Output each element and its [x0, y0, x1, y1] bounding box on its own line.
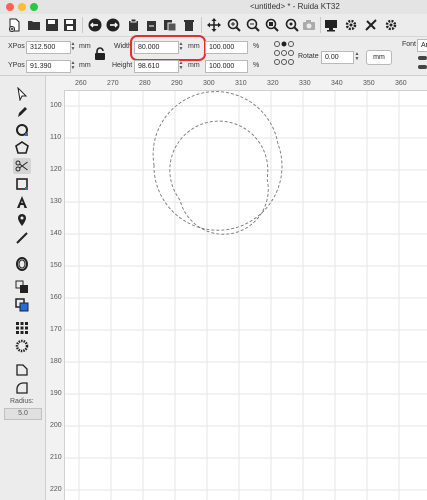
height-stepper[interactable]: ▲ ▼	[178, 61, 184, 72]
pen-icon[interactable]	[13, 104, 31, 120]
circle-tool-icon[interactable]	[13, 122, 31, 138]
width-percent-input[interactable]: 100.000	[205, 41, 248, 54]
laser-settings-icon[interactable]	[383, 17, 399, 33]
grid-array-icon[interactable]	[13, 320, 31, 336]
scissors-icon[interactable]	[13, 158, 31, 174]
redo-icon[interactable]	[105, 17, 121, 33]
left-toolbar: Radius: 5.0	[0, 76, 46, 500]
ypos-stepper[interactable]: ▲ ▼	[70, 61, 76, 72]
font-label: Font	[402, 41, 417, 48]
height-label: Height	[112, 62, 133, 69]
location-pin-icon[interactable]	[13, 212, 31, 228]
rotate-stepper[interactable]: ▲ ▼	[354, 52, 360, 63]
lock-icon[interactable]	[94, 47, 106, 63]
height-input[interactable]: 98.610	[134, 60, 179, 73]
monitor-icon[interactable]	[323, 17, 339, 33]
paste-icon[interactable]	[162, 17, 178, 33]
rectangle-tool-icon[interactable]	[13, 176, 31, 192]
measure-line-icon[interactable]	[13, 230, 31, 246]
polygon-tool-icon[interactable]	[13, 140, 31, 156]
height-unit: mm	[188, 62, 200, 69]
width-highlight	[130, 35, 206, 61]
xpos-label: XPos	[8, 43, 25, 50]
ypos-input[interactable]: 91.390	[26, 60, 71, 73]
copy-icon[interactable]	[126, 17, 142, 33]
offset-tool-icon[interactable]	[13, 256, 31, 272]
keyhole-inner-path	[169, 120, 269, 235]
circular-array-icon[interactable]	[13, 338, 31, 354]
main-toolbar	[0, 14, 427, 37]
delete-icon[interactable]	[181, 17, 197, 33]
close-window-button[interactable]	[6, 3, 14, 11]
zoom-in-icon[interactable]	[226, 17, 242, 33]
move-icon[interactable]	[206, 17, 222, 33]
radius-label: Radius:	[10, 398, 34, 405]
save-icon[interactable]	[44, 17, 60, 33]
text-tool-icon[interactable]	[13, 194, 31, 210]
window-title: <untitled> * - Ruida KT32	[250, 2, 340, 11]
cut-icon[interactable]	[144, 17, 160, 33]
font-select[interactable]: Ar	[417, 39, 427, 52]
rotate-input[interactable]: 0.00	[321, 51, 354, 64]
property-bar: XPos 312.500 ▲ ▼ mm YPos 91.390 ▲ ▼ mm Wid…	[0, 35, 427, 76]
open-folder-icon[interactable]	[26, 17, 42, 33]
xpos-stepper[interactable]: ▲ ▼	[70, 42, 76, 53]
camera-icon[interactable]	[301, 17, 317, 33]
save-as-icon[interactable]	[62, 17, 78, 33]
anchor-point-selector[interactable]	[273, 40, 295, 72]
design-canvas[interactable]: 260 270 280 290 300 310 320 330 340 350 …	[46, 76, 427, 500]
zoom-fit-icon[interactable]	[264, 17, 280, 33]
height-percent-input[interactable]: 100.000	[205, 60, 248, 73]
xpos-input[interactable]: 312.500	[26, 41, 71, 54]
select-arrow-icon[interactable]	[13, 86, 31, 102]
zoom-page-icon[interactable]	[284, 17, 300, 33]
tools-icon[interactable]	[363, 17, 379, 33]
ypos-unit: mm	[79, 62, 91, 69]
zoom-window-button[interactable]	[30, 3, 38, 11]
toggle-switch[interactable]	[418, 56, 427, 60]
radius-input[interactable]: 5.0	[4, 408, 42, 420]
ypos-label: YPos	[8, 62, 25, 69]
rotate-unit-button[interactable]: mm	[366, 50, 392, 65]
round-corner-icon[interactable]	[13, 380, 31, 396]
weld-icon[interactable]	[13, 297, 31, 313]
rotate-label: Rotate	[298, 53, 319, 60]
settings-icon[interactable]	[343, 17, 359, 33]
minimize-window-button[interactable]	[18, 3, 26, 11]
width-percent-unit: %	[253, 43, 260, 50]
undo-icon[interactable]	[87, 17, 103, 33]
keyhole-shape[interactable]	[46, 76, 427, 500]
array-copy-icon[interactable]	[13, 279, 31, 295]
keyhole-outer-path	[152, 91, 283, 231]
height-percent-unit: %	[253, 62, 260, 69]
new-file-icon[interactable]	[6, 17, 22, 33]
xpos-unit: mm	[79, 43, 91, 50]
title-bar: <untitled> * - Ruida KT32	[0, 0, 427, 15]
zoom-out-icon[interactable]	[245, 17, 261, 33]
corner-shape-icon[interactable]	[13, 362, 31, 378]
toggle-switch[interactable]	[418, 65, 427, 69]
